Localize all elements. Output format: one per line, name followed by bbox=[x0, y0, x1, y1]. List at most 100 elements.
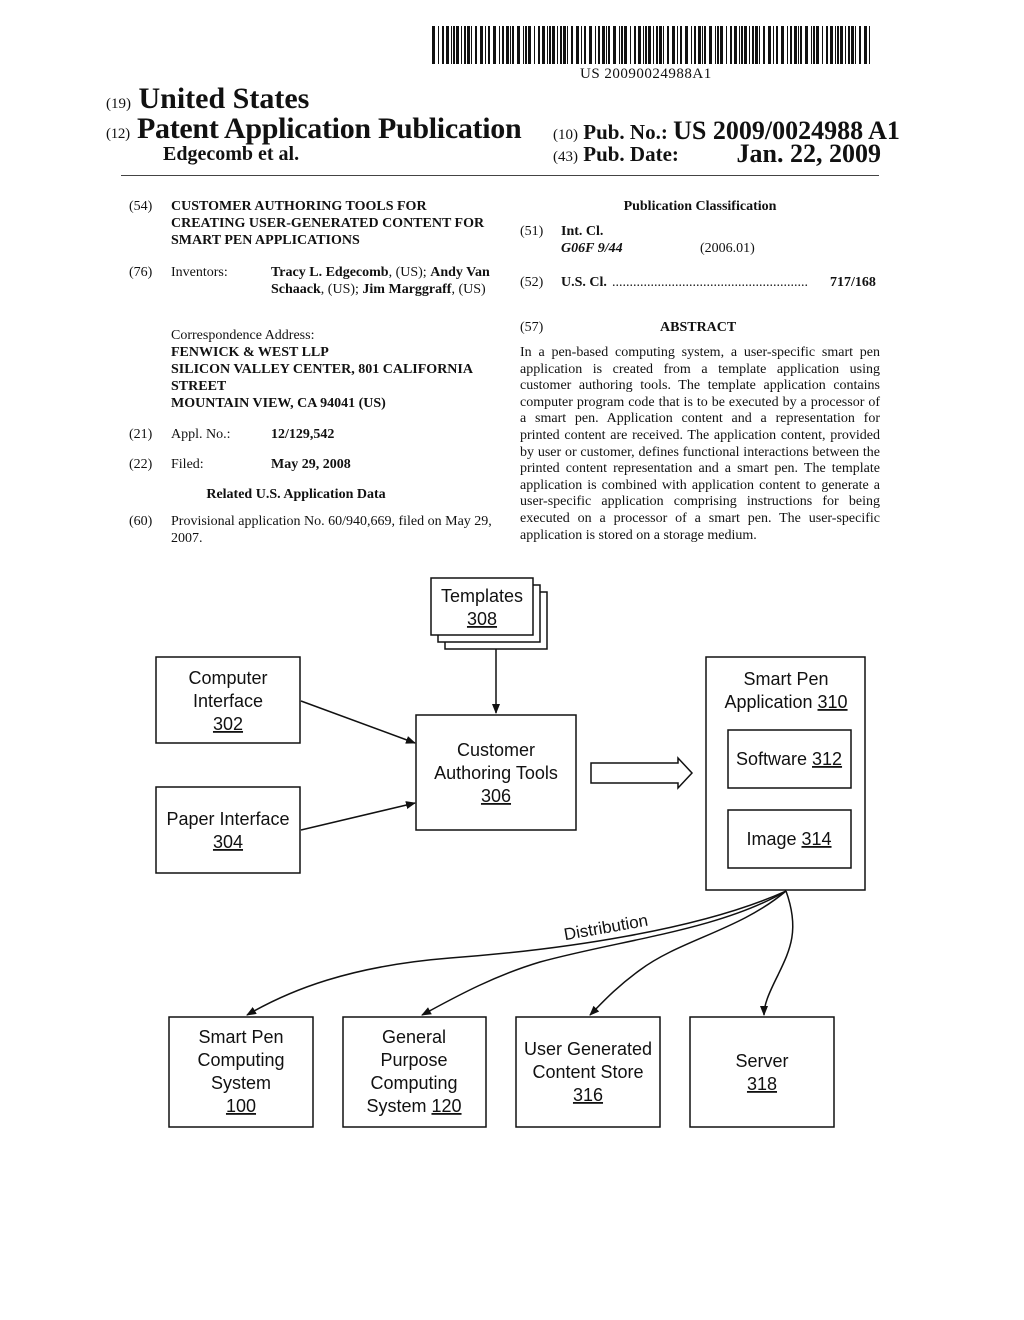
barcode-bar bbox=[787, 26, 788, 64]
barcode-bar bbox=[624, 26, 627, 64]
barcode-bar bbox=[826, 26, 828, 64]
authoring-tools-label: Customer bbox=[457, 740, 535, 760]
barcode-bar bbox=[694, 26, 696, 64]
smart-pen-application-ref: 310 bbox=[818, 692, 848, 712]
barcode-bar bbox=[659, 26, 662, 64]
barcode-bar bbox=[480, 26, 483, 64]
us-cl-code: (52) bbox=[520, 275, 544, 290]
authoring-tools-ref: 306 bbox=[481, 786, 511, 806]
target-label: General bbox=[382, 1027, 446, 1047]
barcode-bar bbox=[643, 26, 644, 64]
software-label: Software 312 bbox=[736, 749, 842, 769]
barcode-bar bbox=[517, 26, 520, 64]
appl-label: Appl. No.: bbox=[171, 427, 231, 442]
inventor-country: , (US); bbox=[388, 265, 431, 280]
barcode-bar bbox=[502, 26, 504, 64]
barcode-bar bbox=[451, 26, 452, 64]
barcode-bar bbox=[584, 26, 586, 64]
filed-code: (22) bbox=[129, 457, 153, 472]
target-label: Content Store bbox=[532, 1062, 643, 1082]
barcode-bar bbox=[855, 26, 856, 64]
barcode-bar bbox=[726, 26, 727, 64]
computer-interface-ref: 302 bbox=[213, 714, 243, 734]
target-label: User Generated bbox=[524, 1039, 652, 1059]
target-ref: 120 bbox=[431, 1096, 461, 1116]
barcode-bar bbox=[595, 26, 596, 64]
barcode-bar bbox=[567, 26, 568, 64]
inventor-name: Tracy L. Edgecomb bbox=[271, 265, 389, 280]
barcode-bar bbox=[768, 26, 771, 64]
barcode-bar bbox=[499, 26, 500, 64]
header-divider bbox=[121, 175, 879, 176]
barcode-bar bbox=[506, 26, 509, 64]
inventors-label: Inventors: bbox=[171, 265, 228, 280]
int-cl-version: (2006.01) bbox=[700, 241, 755, 256]
barcode-bar bbox=[523, 26, 524, 64]
software-label-text: Software bbox=[736, 749, 812, 769]
barcode-bar bbox=[634, 26, 636, 64]
barcode-bar bbox=[680, 26, 682, 64]
barcode-bar bbox=[835, 26, 836, 64]
target-user-generated-content-store: User Generated Content Store 316 bbox=[515, 1016, 661, 1128]
int-cl-value: G06F 9/44 bbox=[561, 241, 623, 256]
computer-interface-node: Computer Interface 302 bbox=[155, 656, 301, 744]
appl-code: (21) bbox=[129, 427, 153, 442]
correspondence-address: Correspondence Address: FENWICK & WEST L… bbox=[171, 327, 501, 412]
barcode-bar bbox=[848, 26, 850, 64]
barcode-bar bbox=[534, 26, 535, 64]
barcode-bar bbox=[638, 26, 641, 64]
barcode-bar bbox=[667, 26, 669, 64]
barcode-bar bbox=[630, 26, 631, 64]
inventor-country: , (US); bbox=[320, 282, 363, 297]
filed-label: Filed: bbox=[171, 457, 204, 472]
doc-type-code: (12) bbox=[106, 126, 130, 142]
paper-interface-label: Paper Interface bbox=[166, 809, 289, 829]
barcode-bar bbox=[547, 26, 548, 64]
paper-to-tools-arrow bbox=[300, 801, 416, 831]
figure-diagram: Templates 308 Computer Interface 302 Pap… bbox=[155, 577, 866, 1128]
barcode-bar bbox=[442, 26, 444, 64]
barcode-bar bbox=[845, 26, 846, 64]
barcode-bar bbox=[467, 26, 470, 64]
barcode-bar bbox=[800, 26, 802, 64]
barcode-bar bbox=[589, 26, 592, 64]
country: United States bbox=[138, 82, 310, 115]
barcode-bar bbox=[488, 26, 490, 64]
target-label: Server bbox=[735, 1051, 788, 1071]
barcode-bar bbox=[805, 26, 808, 64]
address-line: FENWICK & WEST LLP bbox=[171, 345, 329, 360]
software-ref: 312 bbox=[812, 749, 842, 769]
inventor-name: Jim Marggraff bbox=[362, 282, 452, 297]
barcode-bar bbox=[811, 26, 812, 64]
us-cl-dots: ........................................… bbox=[612, 275, 808, 290]
abstract-heading: ABSTRACT bbox=[660, 320, 737, 335]
barcode-bar bbox=[475, 26, 477, 64]
barcode-bar bbox=[851, 26, 854, 64]
barcode-bar bbox=[869, 26, 870, 64]
filed-date: May 29, 2008 bbox=[271, 457, 351, 472]
barcode-bar bbox=[744, 26, 747, 64]
barcode-bar bbox=[453, 26, 455, 64]
barcode-bar bbox=[606, 26, 607, 64]
barcode-bar bbox=[837, 26, 839, 64]
computer-to-tools-arrow bbox=[300, 700, 416, 744]
inventors-code: (76) bbox=[129, 265, 153, 280]
barcode-bar bbox=[720, 26, 723, 64]
barcode-bar bbox=[715, 26, 716, 64]
provisional-code: (60) bbox=[129, 514, 153, 529]
barcode-bar bbox=[752, 26, 754, 64]
barcode-bar bbox=[525, 26, 527, 64]
barcode-bar bbox=[677, 26, 678, 64]
barcode-bar bbox=[672, 26, 675, 64]
target-ref: 316 bbox=[573, 1085, 603, 1105]
pub-date-value: Jan. 22, 2009 bbox=[736, 139, 881, 168]
classification-heading: Publication Classification bbox=[623, 199, 777, 214]
abstract-text: In a pen-based computing system, a user-… bbox=[520, 345, 880, 543]
barcode-bar bbox=[645, 26, 647, 64]
address-line: STREET bbox=[171, 379, 227, 394]
barcode-bar bbox=[598, 26, 600, 64]
int-cl-label: Int. Cl. bbox=[561, 224, 604, 239]
int-cl-code: (51) bbox=[520, 224, 544, 239]
distribution-arrow-120 bbox=[421, 890, 787, 1016]
doc-type: Patent Application Publication bbox=[137, 112, 522, 145]
